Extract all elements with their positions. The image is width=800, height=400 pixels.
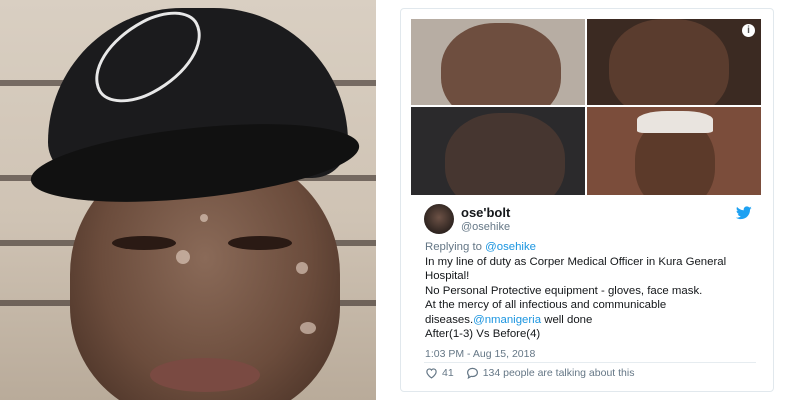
tweet-text: Replying to @osehike In my line of duty … [425,240,755,342]
info-icon[interactable]: i [742,24,755,37]
like-count[interactable]: 41 [442,367,454,379]
tweet-media-grid[interactable]: i [411,19,761,195]
media-photo-1[interactable] [411,19,585,105]
tweet-line: After(1-3) Vs Before(4) [425,328,541,340]
talking-about-text[interactable]: 134 people are talking about this [483,367,635,379]
media-photo-3[interactable] [411,107,585,195]
eye [228,236,292,250]
face [441,23,561,105]
tweet-line-text: well done [541,313,593,326]
page: i ose'bolt @osehike Replying to @osehike… [0,0,800,400]
skin-lesion [300,322,316,334]
heart-icon[interactable] [425,367,438,379]
skin-lesion [296,262,308,274]
tweet-line: In my line of duty as Corper Medical Off… [425,255,727,283]
selfie-photo [0,0,376,400]
media-photo-2[interactable]: i [587,19,761,105]
mention-link[interactable]: @nmanigeria [473,314,541,326]
face [445,113,565,195]
tweet-actions: 41 134 people are talking about this [425,366,634,380]
cap [637,111,713,133]
tweet-line: No Personal Protective equipment - glove… [425,284,703,297]
tweet-header: ose'bolt @osehike [424,204,754,240]
twitter-bird-icon[interactable] [736,206,752,220]
divider [424,362,756,363]
user-handle[interactable]: @osehike [461,221,510,233]
replying-label: Replying to [425,241,482,253]
display-name[interactable]: ose'bolt [461,205,510,220]
tweet-line: At the mercy of all infectious and commu… [425,298,755,327]
face [609,19,729,105]
eye [112,236,176,250]
skin-lesion [176,250,190,264]
reply-mention-link[interactable]: @osehike [485,241,536,253]
mouth [150,358,260,392]
tweet-timestamp[interactable]: 1:03 PM - Aug 15, 2018 [425,348,535,360]
skin-lesion [200,214,208,222]
comment-icon[interactable] [466,367,479,379]
replying-line: Replying to @osehike [425,240,755,255]
avatar[interactable] [424,204,454,234]
media-photo-4[interactable] [587,107,761,195]
